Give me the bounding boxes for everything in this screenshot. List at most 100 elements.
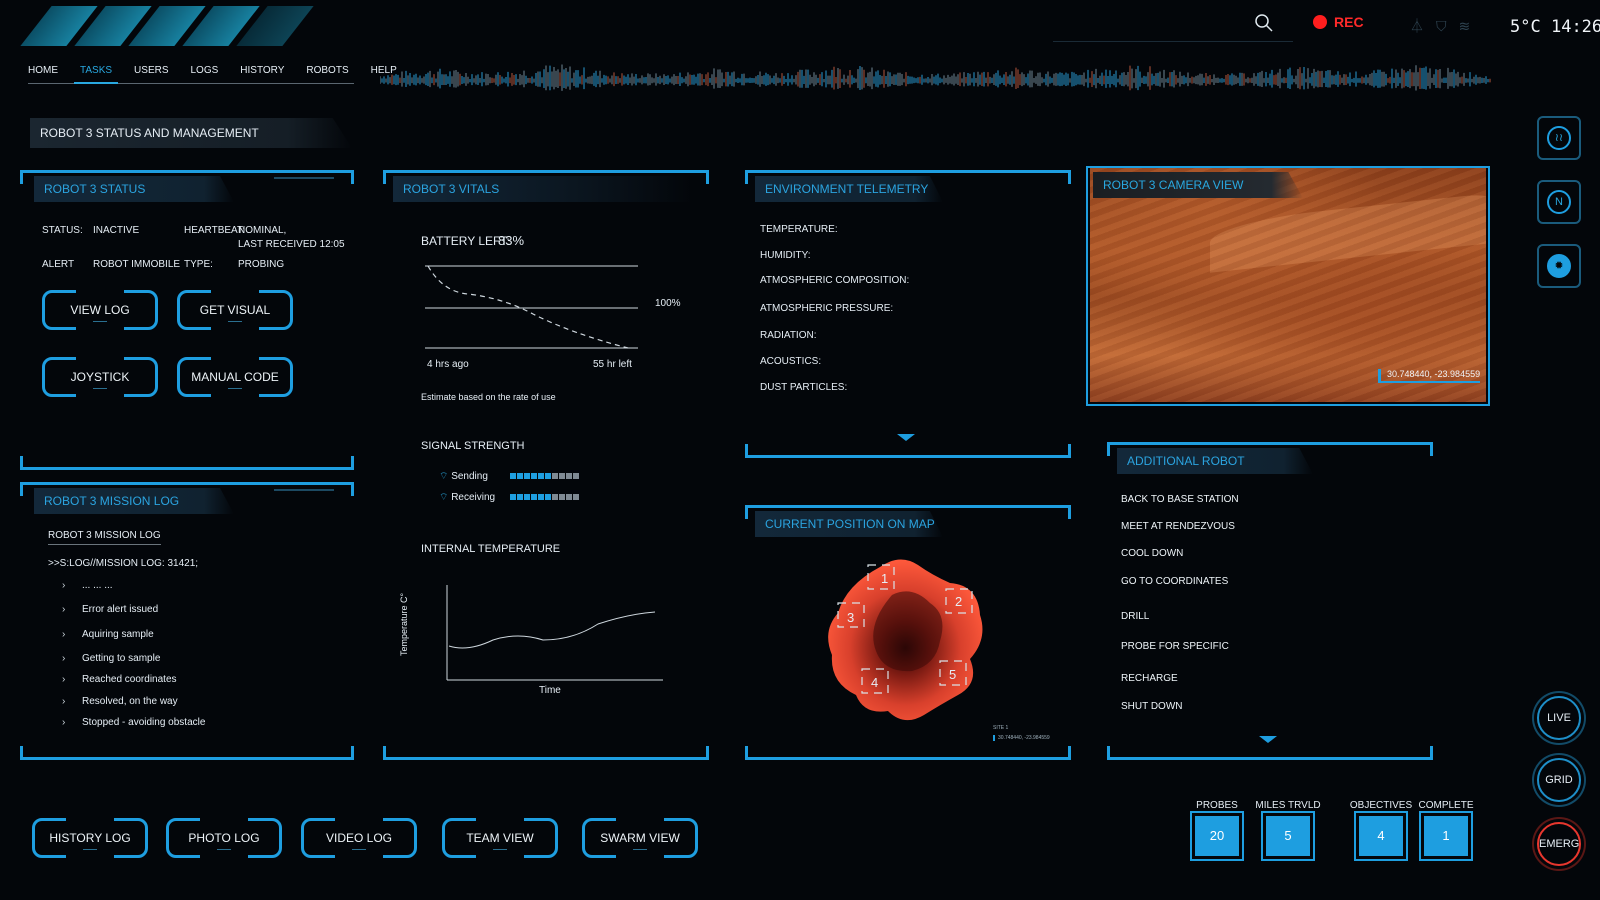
team-view-button[interactable]: TEAM VIEW: [442, 816, 558, 860]
status-label: STATUS:: [42, 225, 83, 236]
signal-bar: [516, 493, 523, 500]
env-atmospheric-composition: ATMOSPHERIC COMPOSITION:: [760, 275, 910, 286]
map-site-4[interactable]: 4: [871, 675, 878, 690]
time-display: 14:26: [1550, 17, 1600, 37]
wifi-icon: ⌔: [439, 471, 449, 482]
environment-title: ENVIRONMENT TELEMETRY: [755, 176, 943, 202]
swarm-view-button[interactable]: SWARM VIEW: [582, 816, 698, 860]
map-title: CURRENT POSITION ON MAP: [755, 511, 943, 537]
signal-bar: [509, 472, 516, 479]
settings-button[interactable]: ✹: [1537, 244, 1581, 288]
control-recharge[interactable]: RECHARGE: [1121, 673, 1178, 684]
nav-robots[interactable]: ROBOTS: [306, 64, 348, 83]
control-drill[interactable]: DRILL: [1121, 611, 1149, 622]
control-shut-down[interactable]: SHUT DOWN: [1121, 701, 1182, 712]
control-cool-down[interactable]: COOL DOWN: [1121, 548, 1183, 559]
expand-arrow-icon[interactable]: [1259, 736, 1277, 743]
env-temperature: TEMPERATURE:: [760, 224, 838, 235]
map-site-1[interactable]: 1: [881, 571, 888, 586]
video-log-button[interactable]: VIDEO LOG: [301, 816, 417, 860]
robot-status-panel: ROBOT 3 STATUS STATUS: INACTIVE HEARTBEA…: [20, 170, 354, 470]
env-dust-particles: DUST PARTICLES:: [760, 382, 848, 393]
joystick-button[interactable]: JOYSTICK: [42, 355, 158, 399]
log-entry: › Reached coordinates: [62, 674, 177, 685]
signal-receiving: ⌔ Receiving: [439, 491, 580, 504]
signal-bar: [516, 472, 523, 479]
nav-logs[interactable]: LOGS: [191, 64, 219, 83]
status-panel-title: ROBOT 3 STATUS: [34, 176, 234, 202]
camera-coords: 30.748440, -23.984559: [1378, 369, 1481, 383]
signal-sending: ⌔ Sending: [439, 470, 580, 483]
sending-bars: [509, 471, 580, 482]
signal-bar: [530, 472, 537, 479]
view-log-button[interactable]: VIEW LOG: [42, 288, 158, 332]
manual-code-button[interactable]: MANUAL CODE: [177, 355, 293, 399]
grid-button[interactable]: GRID: [1537, 758, 1581, 802]
signal-bar: [558, 493, 565, 500]
map-site-2[interactable]: 2: [955, 594, 962, 609]
signal-title: SIGNAL STRENGTH: [421, 440, 525, 452]
nav-home[interactable]: HOME: [28, 64, 58, 83]
signal-bar: [523, 493, 530, 500]
vitals-panel: ROBOT 3 VITALS BATTERY LEFT: 83% 100% 4 …: [383, 170, 709, 760]
nav-users[interactable]: USERS: [134, 64, 168, 83]
signal-bar: [572, 493, 579, 500]
compass-icon: N: [1547, 190, 1571, 214]
get-visual-button[interactable]: GET VISUAL: [177, 288, 293, 332]
control-meet-rendezvous[interactable]: MEET AT RENDEZVOUS: [1121, 521, 1235, 532]
heartbeat-value: NOMINAL,: [238, 225, 287, 236]
log-entry: ›... ... ...: [62, 580, 113, 591]
alert-value: ROBOT IMMOBILE: [93, 259, 181, 270]
rec-label[interactable]: REC: [1334, 14, 1364, 30]
main-nav: HOME TASKS USERS LOGS HISTORY ROBOTS HEL…: [28, 64, 397, 84]
nav-tasks[interactable]: TASKS: [73, 64, 119, 84]
mission-log-title: ROBOT 3 MISSION LOG: [34, 488, 234, 514]
log-entry: › Stopped - avoiding obstacle: [62, 717, 206, 728]
compass-button[interactable]: N: [1537, 180, 1581, 224]
signal-bar: [544, 472, 551, 479]
camera-title: ROBOT 3 CAMERA VIEW: [1093, 172, 1303, 198]
type-label: TYPE:: [184, 259, 213, 270]
camera-view[interactable]: [1090, 168, 1486, 402]
emergency-button[interactable]: EMERG: [1537, 822, 1581, 866]
vitals-title: ROBOT 3 VITALS: [393, 176, 693, 202]
log-entry: › Resolved, on the way: [62, 696, 178, 707]
clock: 5°C 14:26: [1510, 17, 1600, 37]
env-radiation: RADIATION:: [760, 330, 817, 341]
heartbeat-label: HEARTBEAT:: [184, 225, 245, 236]
signal-bar: [530, 493, 537, 500]
audio-button[interactable]: ≀≀: [1537, 116, 1581, 160]
signal-bar: [523, 472, 530, 479]
controls-panel: ADDITIONAL ROBOT CONTROLS BACK TO BASE S…: [1107, 442, 1433, 760]
stat-objectives-label: OBJECTIVES: [1349, 800, 1413, 811]
audio-wave-icon: ≀≀: [1547, 126, 1571, 150]
status-value: INACTIVE: [93, 225, 140, 236]
controls-title: ADDITIONAL ROBOT CONTROLS: [1117, 448, 1313, 474]
control-back-to-base[interactable]: BACK TO BASE STATION: [1121, 494, 1239, 505]
history-log-button[interactable]: HISTORY LOG: [32, 816, 148, 860]
expand-arrow-icon[interactable]: [897, 434, 915, 441]
control-go-to-coordinates[interactable]: GO TO COORDINATES: [1121, 576, 1228, 587]
control-probe[interactable]: PROBE FOR SPECIFIC: [1121, 641, 1229, 652]
stat-complete-value: 1: [1421, 813, 1471, 859]
live-button[interactable]: LIVE: [1537, 696, 1581, 740]
type-value: PROBING: [238, 259, 285, 270]
receiving-bars: [509, 492, 580, 503]
record-icon[interactable]: [1313, 15, 1327, 29]
stat-complete-label: COMPLETE: [1418, 800, 1474, 811]
log-entry: › Aquiring sample: [62, 629, 154, 640]
photo-log-button[interactable]: PHOTO LOG: [166, 816, 282, 860]
log-entry: › Getting to sample: [62, 653, 161, 664]
weather-temp: 5°C: [1510, 17, 1541, 37]
nav-history[interactable]: HISTORY: [240, 64, 284, 83]
stat-probes-value: 20: [1192, 813, 1242, 859]
page-title: ROBOT 3 STATUS AND MANAGEMENT: [30, 118, 352, 148]
battery-right-label: 55 hr left: [593, 359, 632, 370]
map-site-5[interactable]: 5: [949, 667, 956, 682]
map-panel: CURRENT POSITION ON MAP 1 2 3 4 5 SITE 1…: [745, 505, 1071, 760]
internal-temp-title: INTERNAL TEMPERATURE: [421, 543, 561, 555]
env-atmospheric-pressure: ATMOSPHERIC PRESSURE:: [760, 303, 894, 314]
battery-value: 83%: [498, 233, 525, 248]
search-icon[interactable]: [1255, 14, 1273, 32]
map-site-3[interactable]: 3: [847, 610, 854, 625]
